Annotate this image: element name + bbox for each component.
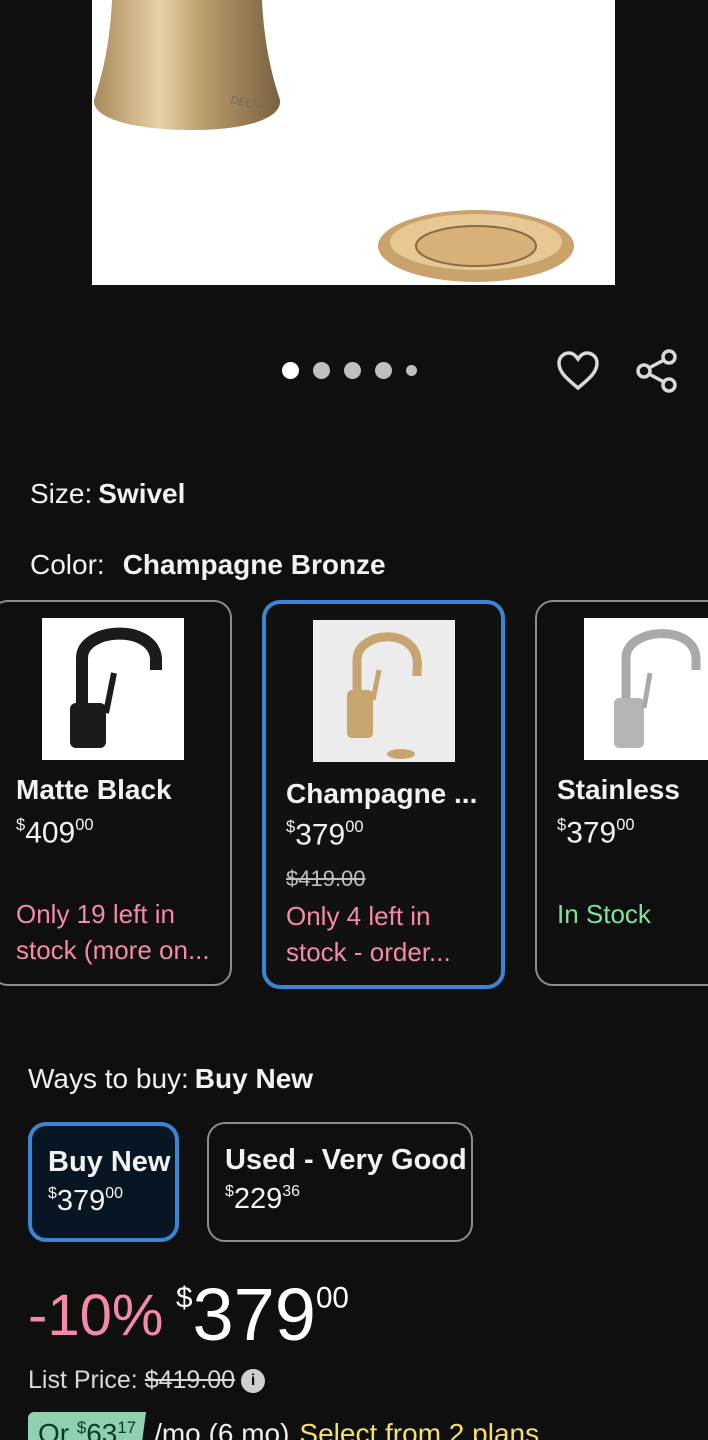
pager-dot[interactable] xyxy=(282,362,299,379)
pager-dot[interactable] xyxy=(406,365,417,376)
swatch-stock: Only 4 left in stock - order... xyxy=(286,901,451,967)
faucet-thumbnail xyxy=(42,618,184,760)
color-value: Champagne Bronze xyxy=(122,549,386,580)
ways-to-buy-value: Buy New xyxy=(194,1063,314,1094)
color-swatch-stainless[interactable]: Stainless $37900 In Stock xyxy=(535,600,708,986)
current-price: $37900 xyxy=(176,1273,349,1356)
size-value: Swivel xyxy=(98,478,186,509)
monthly-badge: Or $6317 xyxy=(28,1411,147,1440)
image-pager[interactable] xyxy=(282,362,417,379)
pager-dot[interactable] xyxy=(313,362,330,379)
faucet-thumbnail xyxy=(313,620,455,762)
ways-to-buy-row: Ways to buy: Buy New xyxy=(28,1063,313,1095)
discount-percent: -10% xyxy=(28,1283,164,1348)
heart-icon[interactable] xyxy=(556,350,600,394)
option-title: Buy New xyxy=(48,1146,171,1178)
monthly-term: /mo (6 mo) xyxy=(154,1418,290,1440)
swatch-name: Champagne ... xyxy=(286,778,478,809)
size-row: Size: Swivel xyxy=(30,478,185,510)
size-label: Size: xyxy=(30,478,93,509)
monthly-payment: Or $6317 /mo (6 mo) Select from 2 plans xyxy=(28,1411,539,1440)
color-swatch-champagne-bronze[interactable]: Champagne ... $37900 $419.00 Only 4 left… xyxy=(262,600,505,989)
option-price: $37900 xyxy=(48,1185,123,1217)
swatch-name: Matte Black xyxy=(16,774,172,805)
list-price: List Price: $419.00 i xyxy=(28,1366,266,1395)
buy-new-option[interactable]: Buy New $37900 xyxy=(28,1122,179,1242)
faucet-thumbnail xyxy=(584,618,708,760)
ways-to-buy-label: Ways to buy: xyxy=(28,1063,189,1094)
color-swatch-matte-black[interactable]: Matte Black $40900 Only 19 left in stock … xyxy=(0,600,232,986)
pager-dot[interactable] xyxy=(344,362,361,379)
pager-dot[interactable] xyxy=(375,362,392,379)
option-price: $22936 xyxy=(225,1183,300,1215)
option-title: Used - Very Good xyxy=(225,1144,467,1176)
swatch-price: $37900 xyxy=(557,816,635,850)
swatch-price: $37900 xyxy=(286,818,364,852)
share-icon[interactable] xyxy=(634,348,680,394)
swatch-list-price: $419.00 xyxy=(286,866,366,891)
color-label: Color: xyxy=(30,549,105,580)
swatch-stock: In Stock xyxy=(557,899,651,929)
product-image[interactable]: DELTA xyxy=(92,0,615,285)
used-very-good-option[interactable]: Used - Very Good $22936 xyxy=(207,1122,473,1242)
swatch-name: Stainless xyxy=(557,774,680,805)
color-row: Color: Champagne Bronze xyxy=(30,549,386,581)
info-icon[interactable]: i xyxy=(241,1369,266,1394)
swatch-stock: Only 19 left in stock (more on... xyxy=(16,899,210,965)
select-plans-link[interactable]: Select from 2 plans xyxy=(299,1418,539,1440)
faucet-photo: DELTA xyxy=(93,0,574,282)
swatch-price: $40900 xyxy=(16,816,94,850)
